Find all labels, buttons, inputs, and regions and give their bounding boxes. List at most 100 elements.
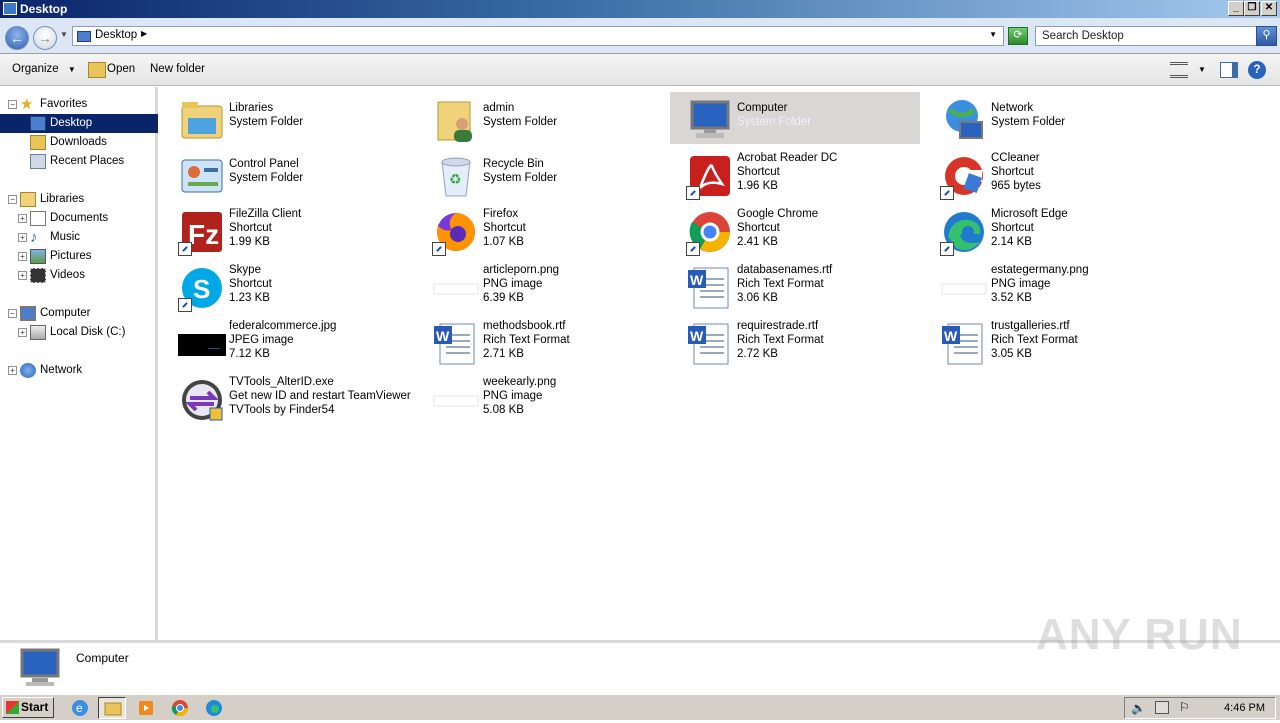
address-dropdown-button[interactable]: ▼ xyxy=(989,30,997,39)
nav-pictures[interactable]: + Pictures xyxy=(0,247,158,266)
collapse-icon[interactable]: − xyxy=(8,100,17,109)
nav-favorites[interactable]: − ★ Favorites xyxy=(0,95,158,114)
volume-icon[interactable]: 🔈 xyxy=(1131,701,1146,715)
file-item[interactable]: Wtrustgalleries.rtf Rich Text Format 3.05 … xyxy=(924,316,1174,368)
file-item[interactable]: Fz FileZilla Client Shortcut 1.99 KB xyxy=(162,204,412,256)
open-button[interactable]: Open xyxy=(107,63,135,75)
file-item[interactable]: Computer System Folder xyxy=(670,92,920,144)
taskbar-ie-icon[interactable]: e xyxy=(66,697,94,719)
file-type: System Folder xyxy=(483,172,558,184)
file-item[interactable]: ♻ Recycle Bin System Folder xyxy=(416,148,666,200)
file-item[interactable]: Libraries System Folder xyxy=(162,92,412,144)
start-button[interactable]: Start xyxy=(2,697,54,718)
search-icon[interactable]: ⚲ xyxy=(1256,26,1277,46)
file-list[interactable]: Libraries System Folder admin System Folder… xyxy=(162,87,1280,640)
file-item[interactable]: Wmethodsbook.rtf Rich Text Format 2.71 KB xyxy=(416,316,666,368)
ccleaner-icon xyxy=(940,152,988,200)
nav-local-disk[interactable]: + Local Disk (C:) xyxy=(0,323,158,342)
search-input[interactable]: Search Desktop xyxy=(1035,26,1257,46)
nav-computer[interactable]: − Computer xyxy=(0,304,158,323)
file-type: Get new ID and restart TeamViewer xyxy=(229,390,411,402)
file-item[interactable]: weekearly.png PNG image 5.08 KB xyxy=(416,372,666,424)
taskbar-edge-icon[interactable] xyxy=(200,697,228,719)
file-item[interactable]: Microsoft Edge Shortcut 2.14 KB xyxy=(924,204,1174,256)
open-folder-icon xyxy=(88,62,106,78)
nav-documents[interactable]: + Documents xyxy=(0,209,158,228)
file-size: 2.41 KB xyxy=(737,236,778,248)
restore-button[interactable]: ❐ xyxy=(1244,1,1260,16)
nav-network[interactable]: + Network xyxy=(0,361,158,380)
collapse-icon[interactable]: − xyxy=(8,309,17,318)
taskbar-chrome-icon[interactable] xyxy=(166,697,194,719)
file-item[interactable]: Acrobat Reader DC Shortcut 1.96 KB xyxy=(670,148,920,200)
svg-text:e: e xyxy=(76,701,83,715)
expand-icon[interactable]: + xyxy=(18,252,27,261)
nav-music[interactable]: + ♪ Music xyxy=(0,228,158,247)
back-button[interactable]: ← xyxy=(5,26,29,50)
organize-button[interactable]: Organize ▼ xyxy=(12,63,76,75)
file-type: PNG image xyxy=(483,278,543,290)
minimize-button[interactable]: _ xyxy=(1228,1,1244,16)
file-item[interactable]: CCleaner Shortcut 965 bytes xyxy=(924,148,1174,200)
expand-icon[interactable]: + xyxy=(18,214,27,223)
preview-pane-icon[interactable] xyxy=(1220,62,1238,78)
svg-text:W: W xyxy=(690,272,704,288)
help-icon[interactable]: ? xyxy=(1248,61,1266,79)
collapse-icon[interactable]: − xyxy=(8,195,17,204)
local-disk-icon xyxy=(30,325,46,340)
taskbar-media-player-icon[interactable] xyxy=(132,697,160,719)
taskbar-explorer-icon[interactable] xyxy=(98,697,126,719)
navigation-pane[interactable]: − ★ Favorites Desktop Downloads Recent P… xyxy=(0,87,158,640)
address-input[interactable]: Desktop ▶ ▼ xyxy=(72,26,1004,46)
file-item[interactable]: S Skype Shortcut 1.23 KB xyxy=(162,260,412,312)
forward-button[interactable]: → xyxy=(33,26,57,50)
refresh-button[interactable]: ⟳ xyxy=(1008,27,1028,45)
file-item[interactable]: estategermany.png PNG image 3.52 KB xyxy=(924,260,1174,312)
nav-recent-places[interactable]: Recent Places xyxy=(0,152,158,171)
nav-downloads[interactable]: Downloads xyxy=(0,133,158,152)
file-item[interactable]: Wrequirestrade.rtf Rich Text Format 2.72 K… xyxy=(670,316,920,368)
views-icon[interactable] xyxy=(1170,62,1188,78)
file-type: Shortcut xyxy=(229,278,272,290)
expand-icon[interactable]: + xyxy=(18,233,27,242)
file-item[interactable]: TVTools_AlterID.exe Get new ID and restar… xyxy=(162,372,412,424)
file-type: Shortcut xyxy=(737,222,780,234)
expand-icon[interactable]: + xyxy=(8,366,17,375)
clock[interactable]: 4:46 PM xyxy=(1224,702,1265,714)
file-item[interactable]: federalcommerce.jpg JPEG image 7.12 KB xyxy=(162,316,412,368)
file-size: 2.14 KB xyxy=(991,236,1032,248)
file-name: Control Panel xyxy=(229,158,299,170)
libraries-icon xyxy=(178,96,226,144)
file-item[interactable]: articleporn.png PNG image 6.39 KB xyxy=(416,260,666,312)
edge-icon xyxy=(940,208,988,256)
expand-icon[interactable]: + xyxy=(18,328,27,337)
new-folder-button[interactable]: New folder xyxy=(150,63,205,75)
flag-icon[interactable]: ⚐ xyxy=(1179,700,1190,714)
file-size: 1.96 KB xyxy=(737,180,778,192)
title-bar[interactable]: Desktop _ ❐ ✕ xyxy=(0,0,1280,18)
file-item[interactable]: Network System Folder xyxy=(924,92,1174,144)
nav-videos[interactable]: + Videos xyxy=(0,266,158,285)
png-thumb-icon xyxy=(432,376,480,424)
address-path[interactable]: Desktop xyxy=(95,29,137,41)
chevron-down-icon[interactable]: ▶ xyxy=(141,29,147,38)
file-item[interactable]: Control Panel System Folder xyxy=(162,148,412,200)
file-item[interactable]: Google Chrome Shortcut 2.41 KB xyxy=(670,204,920,256)
file-name: Firefox xyxy=(483,208,519,220)
file-item[interactable]: Firefox Shortcut 1.07 KB xyxy=(416,204,666,256)
file-item[interactable]: Wdatabasenames.rtf Rich Text Format 3.06 K… xyxy=(670,260,920,312)
file-size: 3.05 KB xyxy=(991,348,1032,360)
close-button[interactable]: ✕ xyxy=(1261,1,1277,16)
recent-pages-dropdown[interactable]: ▼ xyxy=(60,30,68,39)
expand-icon[interactable]: + xyxy=(18,271,27,280)
file-name: trustgalleries.rtf xyxy=(991,320,1070,332)
file-name: admin xyxy=(483,102,515,114)
file-item[interactable]: admin System Folder xyxy=(416,92,666,144)
network-tray-icon[interactable] xyxy=(1155,701,1169,714)
nav-libraries[interactable]: − Libraries xyxy=(0,190,158,209)
nav-desktop[interactable]: Desktop xyxy=(0,114,158,133)
views-dropdown-icon[interactable]: ▼ xyxy=(1198,65,1206,74)
file-type: PNG image xyxy=(483,390,543,402)
acrobat-icon xyxy=(686,152,734,200)
file-type: Rich Text Format xyxy=(737,334,824,346)
